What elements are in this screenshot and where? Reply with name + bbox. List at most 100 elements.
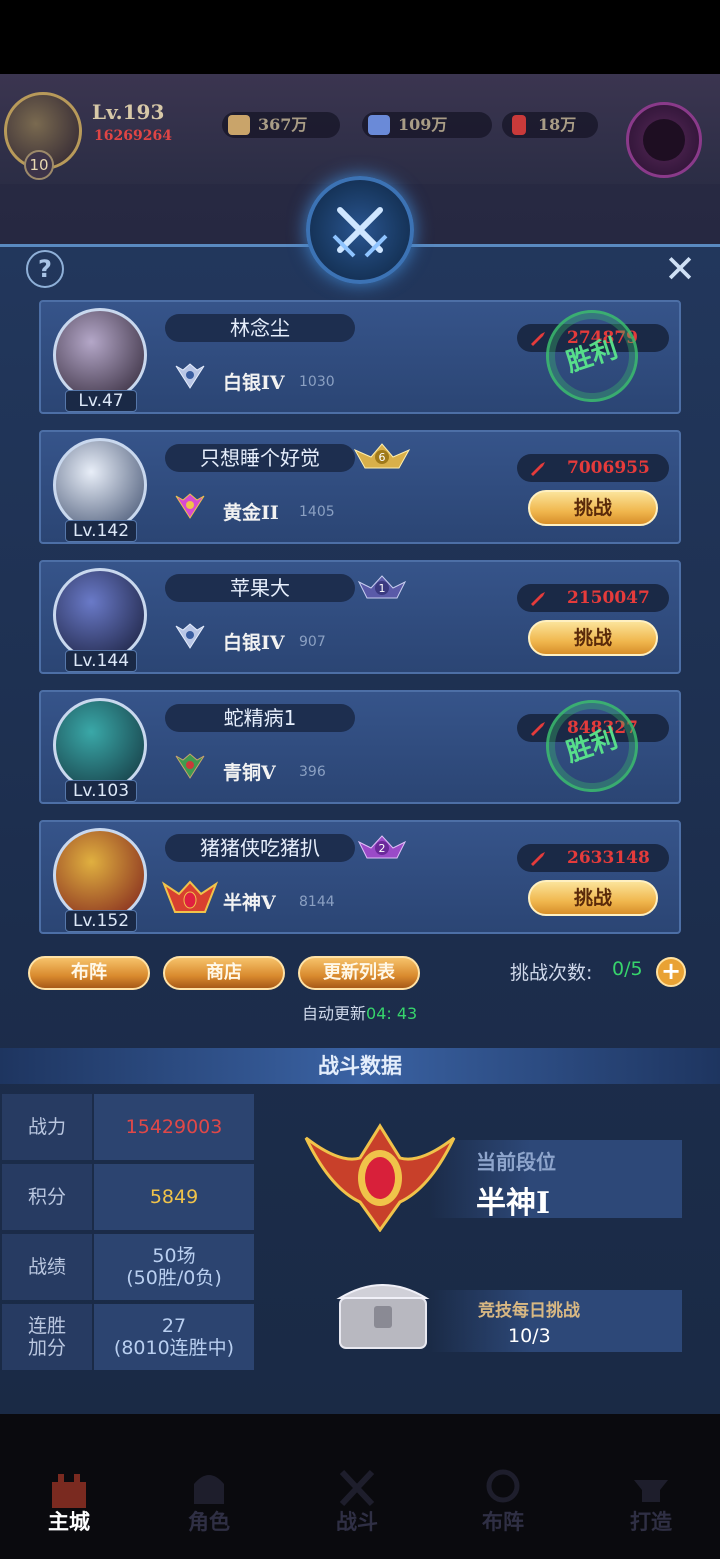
opponent-card: Lv.142 只想睡个好觉 6 黄金II 1405 7006955 挑战 (39, 430, 681, 544)
scroll-menu-button[interactable] (626, 102, 702, 178)
demigod-rank-badge-icon (304, 1123, 456, 1232)
opponent-level: Lv.144 (65, 650, 137, 672)
opponent-avatar[interactable] (53, 568, 147, 662)
opponent-tier: 黄金II (223, 502, 279, 524)
challenge-tries-label: 挑战次数: (510, 962, 593, 984)
silver-tier-icon (175, 363, 205, 389)
current-rank-label: 当前段位 (476, 1150, 556, 1174)
opponent-power: 2150047 (517, 584, 669, 612)
scroll-icon (643, 119, 685, 161)
demigod-tier-icon (161, 880, 219, 913)
crossed-swords-icon (339, 1469, 375, 1507)
opponent-level: Lv.142 (65, 520, 137, 542)
castle-icon (52, 1474, 86, 1508)
svg-text:1: 1 (379, 582, 386, 595)
nav-formation[interactable]: 布阵 (458, 1468, 548, 1540)
auto-refresh-timer: 自动更新04: 43 (302, 1004, 418, 1023)
opponent-avatar[interactable] (53, 828, 147, 922)
gold-resource[interactable]: 367万 (222, 112, 340, 138)
opponent-name: 苹果大 (165, 574, 355, 602)
diamond-resource[interactable]: 109万 (362, 112, 492, 138)
opponent-points: 8144 (299, 894, 335, 910)
victory-stamp: 胜利 (534, 298, 650, 414)
opponent-name: 林念尘 (165, 314, 355, 342)
opponent-level: Lv.152 (65, 910, 137, 932)
stat-key-power: 战力 (2, 1094, 92, 1160)
opponent-level: Lv.103 (65, 780, 137, 802)
stat-value-power: 15429003 (94, 1094, 254, 1160)
opponent-name: 蛇精病1 (165, 704, 355, 732)
purple-rank-badge-icon: 1 (357, 575, 407, 599)
opponent-avatar[interactable] (53, 698, 147, 792)
opponent-tier: 白银IV (223, 632, 285, 654)
opponent-power: 2633148 (517, 844, 669, 872)
purple-rank-badge-icon: 2 (357, 835, 407, 859)
sword-icon (531, 332, 545, 346)
sword-icon (531, 592, 545, 606)
formation-icon (486, 1469, 520, 1503)
vip-badge: 10 (24, 150, 54, 180)
silver-tier-icon (175, 623, 205, 649)
daily-challenge-value: 10/3 (508, 1325, 551, 1347)
opponent-card: Lv.144 苹果大 1 白银IV 907 2150047 挑战 (39, 560, 681, 674)
add-tries-button[interactable]: + (656, 957, 686, 987)
ruby-value: 18万 (538, 115, 577, 134)
challenge-button[interactable]: 挑战 (528, 620, 658, 656)
stat-value-points: 5849 (94, 1164, 254, 1230)
bronze-tier-icon (175, 753, 205, 779)
opponent-points: 907 (299, 634, 326, 650)
stat-key-streak: 连胜 加分 (2, 1304, 92, 1370)
player-level: Lv.193 (92, 100, 165, 124)
victory-stamp: 胜利 (534, 688, 650, 804)
treasure-chest-icon[interactable] (334, 1276, 432, 1352)
nav-battle[interactable]: 战斗 (312, 1468, 402, 1540)
challenge-button[interactable]: 挑战 (528, 490, 658, 526)
player-power: 16269264 (94, 128, 172, 144)
current-rank-panel (430, 1140, 682, 1218)
status-bar (0, 0, 720, 74)
help-button[interactable]: ? (26, 250, 64, 288)
sword-icon (531, 852, 545, 866)
stat-value-streak: 27 (8010连胜中) (94, 1304, 254, 1370)
gold-rank-badge-icon: 6 (353, 443, 411, 469)
opponent-points: 1030 (299, 374, 335, 390)
opponent-tier: 青铜V (223, 762, 276, 784)
challenge-button[interactable]: 挑战 (528, 880, 658, 916)
refresh-list-button[interactable]: 更新列表 (298, 956, 420, 990)
opponent-power: 7006955 (517, 454, 669, 482)
opponent-card: Lv.103 蛇精病1 青铜V 396 848327 胜利 (39, 688, 681, 804)
stat-key-record: 战绩 (2, 1234, 92, 1300)
crossed-swords-icon (332, 207, 388, 258)
opponent-card: Lv.152 猪猪侠吃猪扒 2 半神V 8144 2633148 挑战 (39, 820, 681, 934)
anvil-icon (634, 1480, 668, 1502)
opponent-level: Lv.47 (65, 390, 137, 412)
opponent-name: 猪猪侠吃猪扒 (165, 834, 355, 862)
formation-button[interactable]: 布阵 (28, 956, 150, 990)
challenge-tries-value: 0/5 (612, 958, 643, 980)
helmet-icon (194, 1475, 224, 1504)
sword-icon (531, 722, 545, 736)
svg-text:2: 2 (379, 842, 386, 855)
diamond-value: 109万 (398, 115, 448, 134)
gold-icon (228, 115, 250, 135)
diamond-icon (368, 115, 390, 135)
crossed-swords-emblem (306, 176, 414, 284)
nav-character[interactable]: 角色 (164, 1468, 254, 1540)
daily-challenge-label: 竞技每日挑战 (478, 1301, 580, 1321)
opponent-avatar[interactable] (53, 308, 147, 402)
svg-text:6: 6 (379, 451, 386, 464)
shop-button[interactable]: 商店 (163, 956, 285, 990)
opponent-points: 396 (299, 764, 326, 780)
ruby-resource[interactable]: 18万 (502, 112, 598, 138)
stat-key-points: 积分 (2, 1164, 92, 1230)
gold-tier-icon (175, 493, 205, 519)
stat-value-record: 50场 (50胜/0负) (94, 1234, 254, 1300)
opponent-card: Lv.47 林念尘 白银IV 1030 274879 胜利 (39, 298, 681, 414)
opponent-points: 1405 (299, 504, 335, 520)
opponent-tier: 白银IV (223, 372, 285, 394)
close-button[interactable]: ✕ (660, 250, 700, 290)
nav-forge[interactable]: 打造 (606, 1468, 696, 1540)
ruby-icon (512, 115, 526, 135)
nav-main-city[interactable]: 主城 (24, 1468, 114, 1540)
opponent-avatar[interactable] (53, 438, 147, 532)
